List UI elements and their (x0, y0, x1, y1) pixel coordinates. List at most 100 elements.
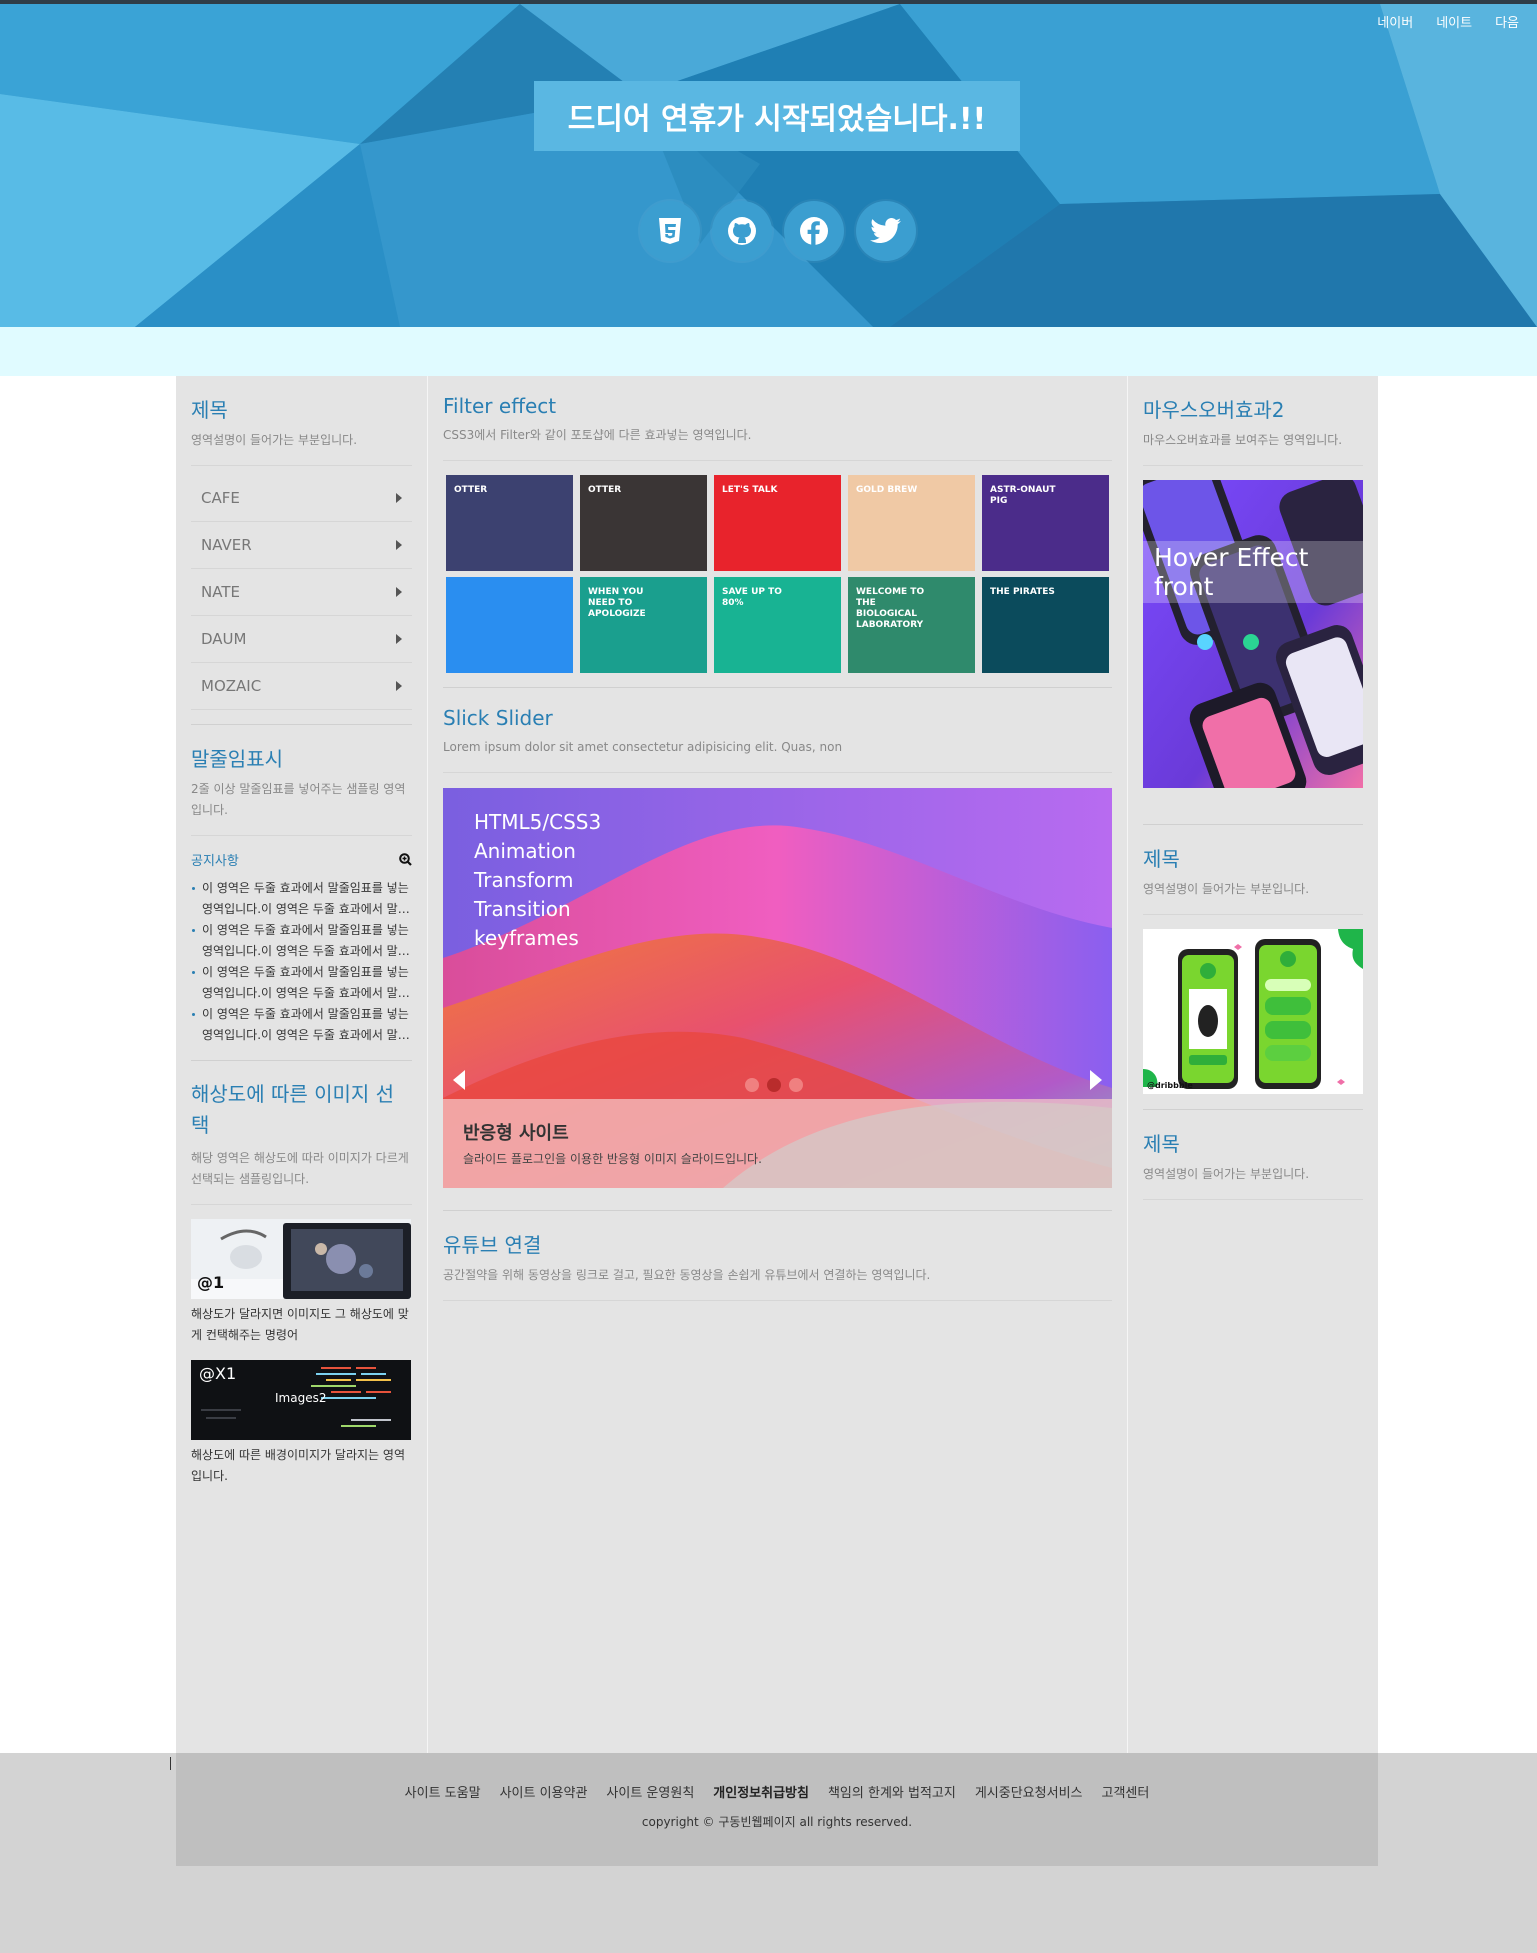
slide-caption-title: 반응형 사이트 (463, 1123, 569, 1144)
slider-next-arrow-icon[interactable] (1090, 1070, 1102, 1090)
facebook-icon[interactable] (784, 201, 844, 261)
filter-thumbnail[interactable]: WELCOME TO THE BIOLOGICAL LABORATORY (848, 577, 975, 673)
footer-link-privacy[interactable]: 개인정보취급방침 (713, 1782, 809, 1801)
menu-section-title: 제목 (191, 398, 228, 422)
ellipsis-section-title: 말줄임표시 (191, 747, 283, 771)
github-icon[interactable] (712, 201, 772, 261)
hover-section-desc: 마우스오버효과를 보여주는 영역입니다. (1143, 430, 1363, 466)
right-section-2-title: 제목 (1143, 847, 1180, 871)
hover-effect-label: Hover Effect front (1143, 541, 1363, 603)
center-column: Filter effect CSS3에서 Filter와 같이 포토샵에 다른 … (428, 376, 1128, 1753)
image-slider[interactable]: HTML5/CSS3 Animation Transform Transitio… (443, 788, 1112, 1188)
filter-thumbnail[interactable] (446, 577, 573, 673)
side-menu-item-daum[interactable]: DAUM (191, 616, 412, 663)
side-menu-item-naver[interactable]: NAVER (191, 522, 412, 569)
slide-word: Transform (474, 868, 574, 892)
footer-link-legal[interactable]: 책임의 한계와 법적고지 (828, 1782, 956, 1801)
youtube-section-title: 유튜브 연결 (443, 1233, 542, 1257)
caret-right-icon (396, 634, 402, 644)
content-wrapper: 제목 영역설명이 들어가는 부분입니다. CAFE NAVER NATE DAU… (176, 376, 1378, 1753)
filter-thumbnail-label: WELCOME TO THE BIOLOGICAL LABORATORY (856, 587, 925, 630)
filter-thumbnail-grid: OTTER OTTER LET'S TALK GOLD BREW ASTR-ONAUT … (443, 475, 1112, 673)
filter-thumbnail[interactable]: WHEN YOU NEED TO APOLOGIZE (580, 577, 707, 673)
footer-link-takedown[interactable]: 게시중단요청서비스 (975, 1782, 1083, 1801)
notice-item[interactable]: 이 영역은 두줄 효과에서 말줄임표를 넣는 영역입니다.이 영역은 두줄 효과… (191, 878, 412, 920)
slider-dot-active[interactable] (767, 1078, 781, 1092)
right-section-3-title: 제목 (1143, 1132, 1180, 1156)
footer-link-help[interactable]: 사이트 도움말 (405, 1782, 481, 1801)
caret-right-icon (396, 587, 402, 597)
slider-dot[interactable] (789, 1078, 803, 1092)
side-menu-item-nate[interactable]: NATE (191, 569, 412, 616)
footer-link-terms[interactable]: 사이트 이용약관 (500, 1782, 588, 1801)
copyright-text: copyright © 구동빈웹페이지 all rights reserved. (641, 1815, 913, 1829)
side-menu-label: DAUM (201, 630, 247, 648)
top-link-nate[interactable]: 네이트 (1436, 12, 1472, 31)
top-link-daum[interactable]: 다음 (1495, 12, 1519, 31)
slider-prev-arrow-icon[interactable] (453, 1070, 465, 1090)
resolution-section-desc: 해당 영역은 해상도에 따라 이미지가 다르게 선택되는 샘플링입니다. (191, 1148, 412, 1205)
filter-section-title: Filter effect (443, 394, 557, 418)
slide-word: Animation (474, 839, 576, 863)
phone-app-image (1143, 480, 1363, 788)
top-nav: 네이버 네이트 다음 (1377, 12, 1519, 31)
slick-section-desc: Lorem ipsum dolor sit amet consectetur a… (443, 737, 1112, 773)
slide-caption-text: 슬라이드 플로그인을 이용한 반응형 이미지 슬라이드입니다. (463, 1152, 762, 1166)
filter-thumbnail[interactable]: SAVE UP TO 80% (714, 577, 841, 673)
footer-links: 사이트 도움말 사이트 이용약관 사이트 운영원칙 개인정보취급방침 책임의 한… (176, 1782, 1378, 1801)
side-menu-label: MOZAIC (201, 677, 262, 695)
filter-thumbnail[interactable]: OTTER (580, 475, 707, 571)
notice-head: 공지사항 (191, 850, 412, 869)
side-menu-item-mozaic[interactable]: MOZAIC (191, 663, 412, 710)
resolution-image-1: @1 (191, 1219, 411, 1299)
filter-thumbnail[interactable]: LET'S TALK (714, 475, 841, 571)
image-2-label: @X1 (199, 1364, 237, 1383)
hover-effect-card[interactable]: Hover Effect front (1143, 480, 1363, 788)
ellipsis-section: 말줄임표시 2줄 이상 말줄임표를 넣어주는 샘플링 영역입니다. 공지사항 이… (191, 743, 412, 1061)
slider-dot[interactable] (745, 1078, 759, 1092)
notice-label[interactable]: 공지사항 (191, 850, 239, 869)
filter-thumbnail[interactable]: ASTR-ONAUT PIG (982, 475, 1109, 571)
youtube-section-desc: 공간절약을 위해 동영상을 링크로 걸고, 필요한 동영상을 손쉽게 유튜브에서… (443, 1265, 1112, 1301)
filter-thumbnail-label: ASTR-ONAUT PIG (990, 485, 1056, 506)
search-plus-icon[interactable] (399, 853, 412, 866)
footer-link-policy[interactable]: 사이트 운영원칙 (606, 1782, 694, 1801)
notice-item[interactable]: 이 영역은 두줄 효과에서 말줄임표를 넣는 영역입니다.이 영역은 두줄 효과… (191, 962, 412, 1004)
right-column: 마우스오버효과2 마우스오버효과를 보여주는 영역입니다. Hover Effe… (1128, 376, 1378, 1753)
main-banner-title: 드디어 연휴가 시작되었습니다.!! (534, 81, 1020, 151)
filter-thumbnail-label: THE PIRATES (990, 587, 1055, 597)
filter-thumbnail[interactable]: GOLD BREW (848, 475, 975, 571)
filter-thumbnail-label: WHEN YOU NEED TO APOLOGIZE (588, 587, 646, 619)
filter-section-desc: CSS3에서 Filter와 같이 포토샵에 다른 효과넣는 영역입니다. (443, 425, 1112, 461)
top-link-naver[interactable]: 네이버 (1377, 12, 1413, 31)
resolution-image-2: @X1 Images2 (191, 1360, 411, 1440)
footer-link-support[interactable]: 고객센터 (1101, 1782, 1149, 1801)
sub-strip (0, 327, 1537, 376)
side-menu-label: NATE (201, 583, 240, 601)
green-phone-image (1143, 929, 1363, 1094)
side-menu-label: CAFE (201, 489, 240, 507)
filter-thumbnail-label: GOLD BREW (856, 485, 918, 495)
text-cursor (170, 1757, 171, 1770)
side-menu-item-cafe[interactable]: CAFE (191, 475, 412, 522)
filter-thumbnail[interactable]: THE PIRATES (982, 577, 1109, 673)
filter-thumbnail[interactable]: OTTER (446, 475, 573, 571)
slide-words: HTML5/CSS3 Animation Transform Transitio… (474, 808, 601, 953)
slide-word: Transition (474, 897, 571, 921)
slick-section: Slick Slider Lorem ipsum dolor sit amet … (443, 706, 1112, 1211)
right-section-2: 제목 영역설명이 들어가는 부분입니다. @dribbble (1143, 843, 1363, 1110)
filter-thumbnail-label: OTTER (454, 485, 488, 495)
slick-section-title: Slick Slider (443, 706, 553, 730)
header: 네이버 네이트 다음 드디어 연휴가 시작되었습니다.!! (0, 4, 1537, 327)
notice-item[interactable]: 이 영역은 두줄 효과에서 말줄임표를 넣는 영역입니다.이 영역은 두줄 효과… (191, 920, 412, 962)
menu-section: CAFE NAVER NATE DAUM MOZAIC (191, 475, 412, 725)
twitter-icon[interactable] (856, 201, 916, 261)
right-section-3-desc: 영역설명이 들어가는 부분입니다. (1143, 1164, 1363, 1200)
notice-item[interactable]: 이 영역은 두줄 효과에서 말줄임표를 넣는 영역입니다.이 영역은 두줄 효과… (191, 1004, 412, 1046)
footer: 사이트 도움말 사이트 이용약관 사이트 운영원칙 개인정보취급방침 책임의 한… (176, 1753, 1378, 1866)
html5-icon[interactable] (640, 201, 700, 261)
left-column: 제목 영역설명이 들어가는 부분입니다. CAFE NAVER NATE DAU… (176, 376, 428, 1753)
filter-thumbnail-label: OTTER (588, 485, 622, 495)
caret-right-icon (396, 540, 402, 550)
slide-word: keyframes (474, 926, 579, 950)
